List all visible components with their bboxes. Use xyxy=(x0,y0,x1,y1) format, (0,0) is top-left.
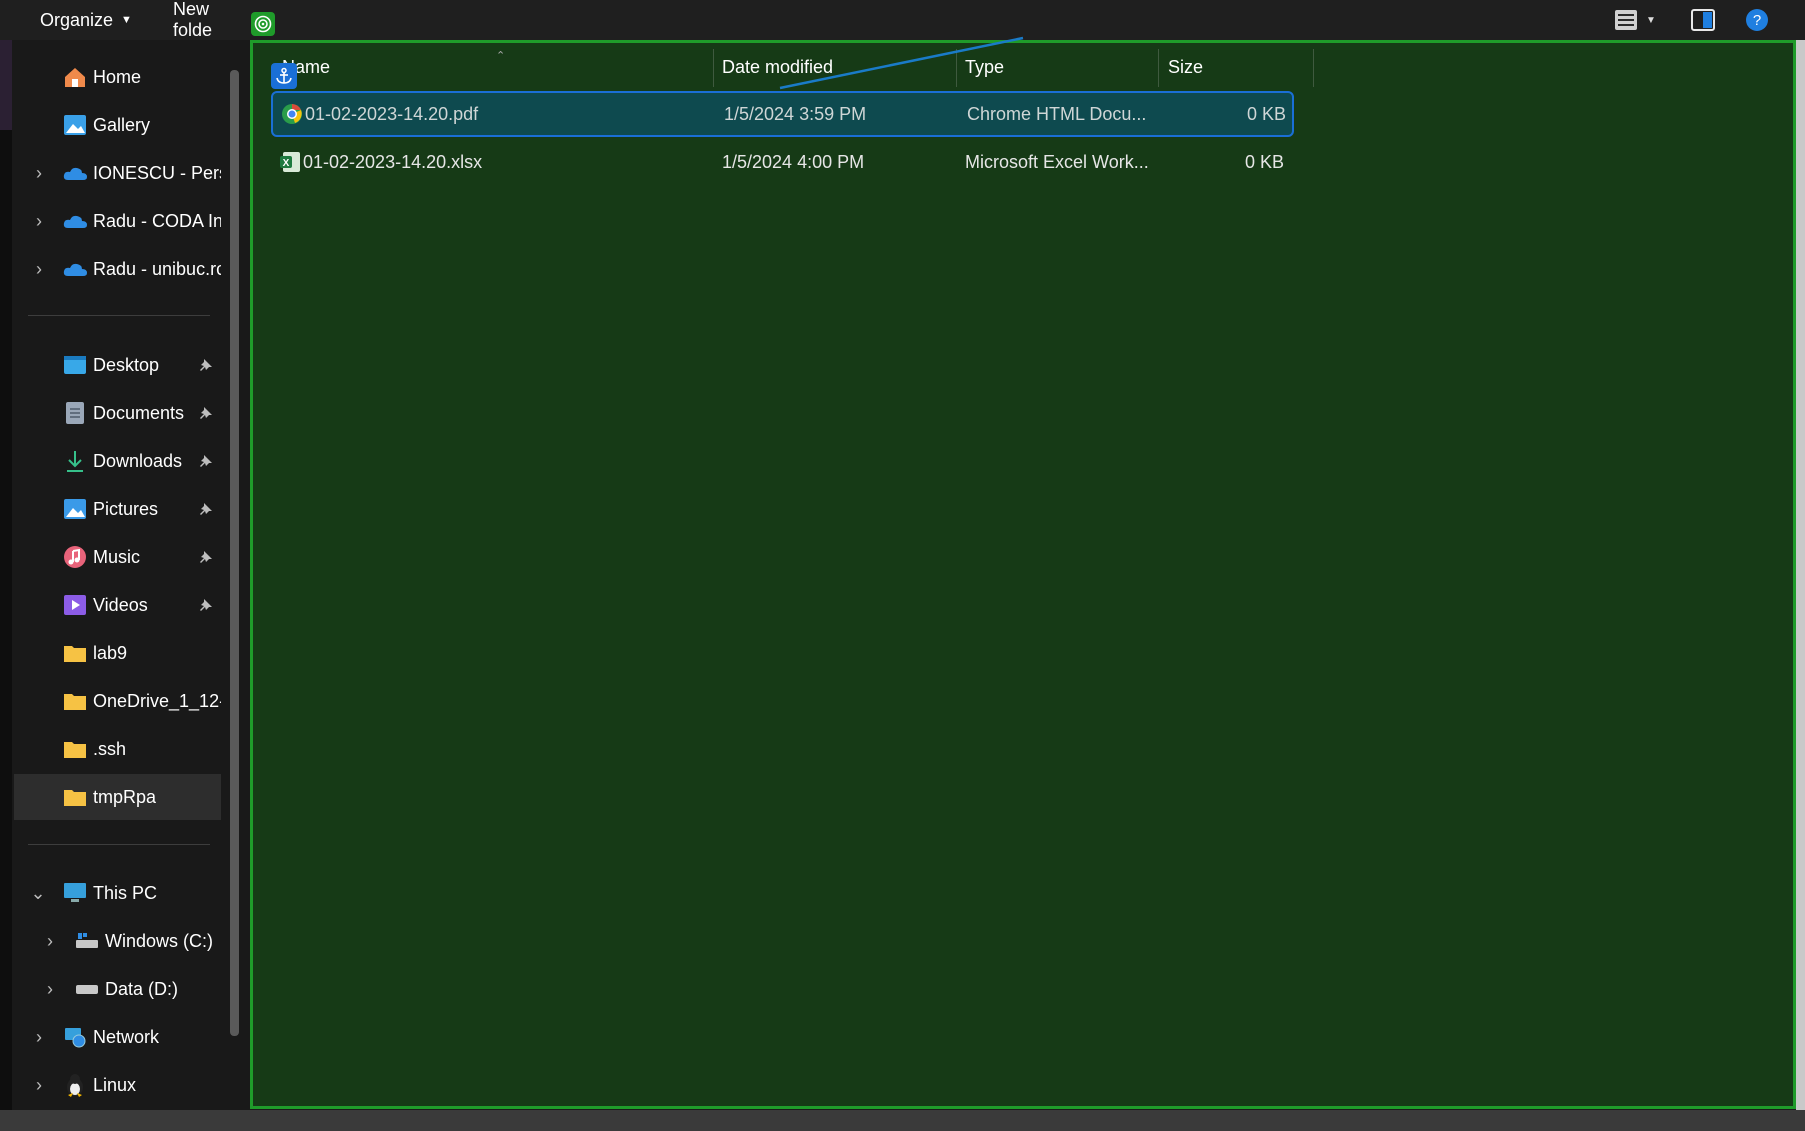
status-bar xyxy=(0,1110,1805,1131)
annotation-connector xyxy=(779,36,1024,90)
window-edge xyxy=(1796,40,1805,1110)
